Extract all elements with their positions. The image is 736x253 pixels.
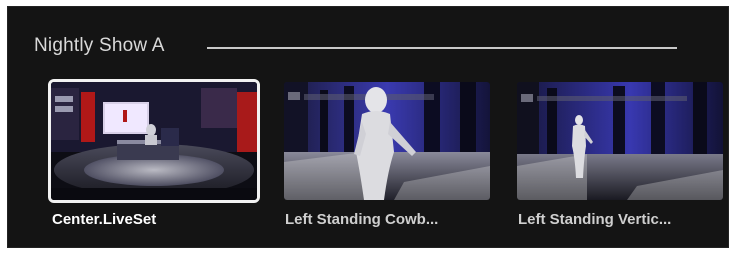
shot-label: Left Standing Cowb... [285, 211, 439, 228]
shot-label: Left Standing Vertic... [518, 211, 672, 228]
group-header: Nightly Show A [34, 35, 165, 57]
header-divider [207, 47, 677, 49]
shot-thumbnail[interactable] [514, 79, 726, 203]
shot-group-panel: Nightly Show A Center.LiveSet Left Stand… [7, 6, 729, 248]
shot-thumbnail[interactable] [48, 79, 260, 203]
center-liveset-thumbnail [51, 82, 257, 200]
shot-label: Center.LiveSet [52, 211, 157, 228]
shot-thumbnail[interactable] [281, 79, 493, 203]
left-standing-vertical-thumbnail [517, 82, 723, 200]
group-title: Nightly Show A [34, 35, 165, 56]
left-standing-cowboy-thumbnail [284, 82, 490, 200]
